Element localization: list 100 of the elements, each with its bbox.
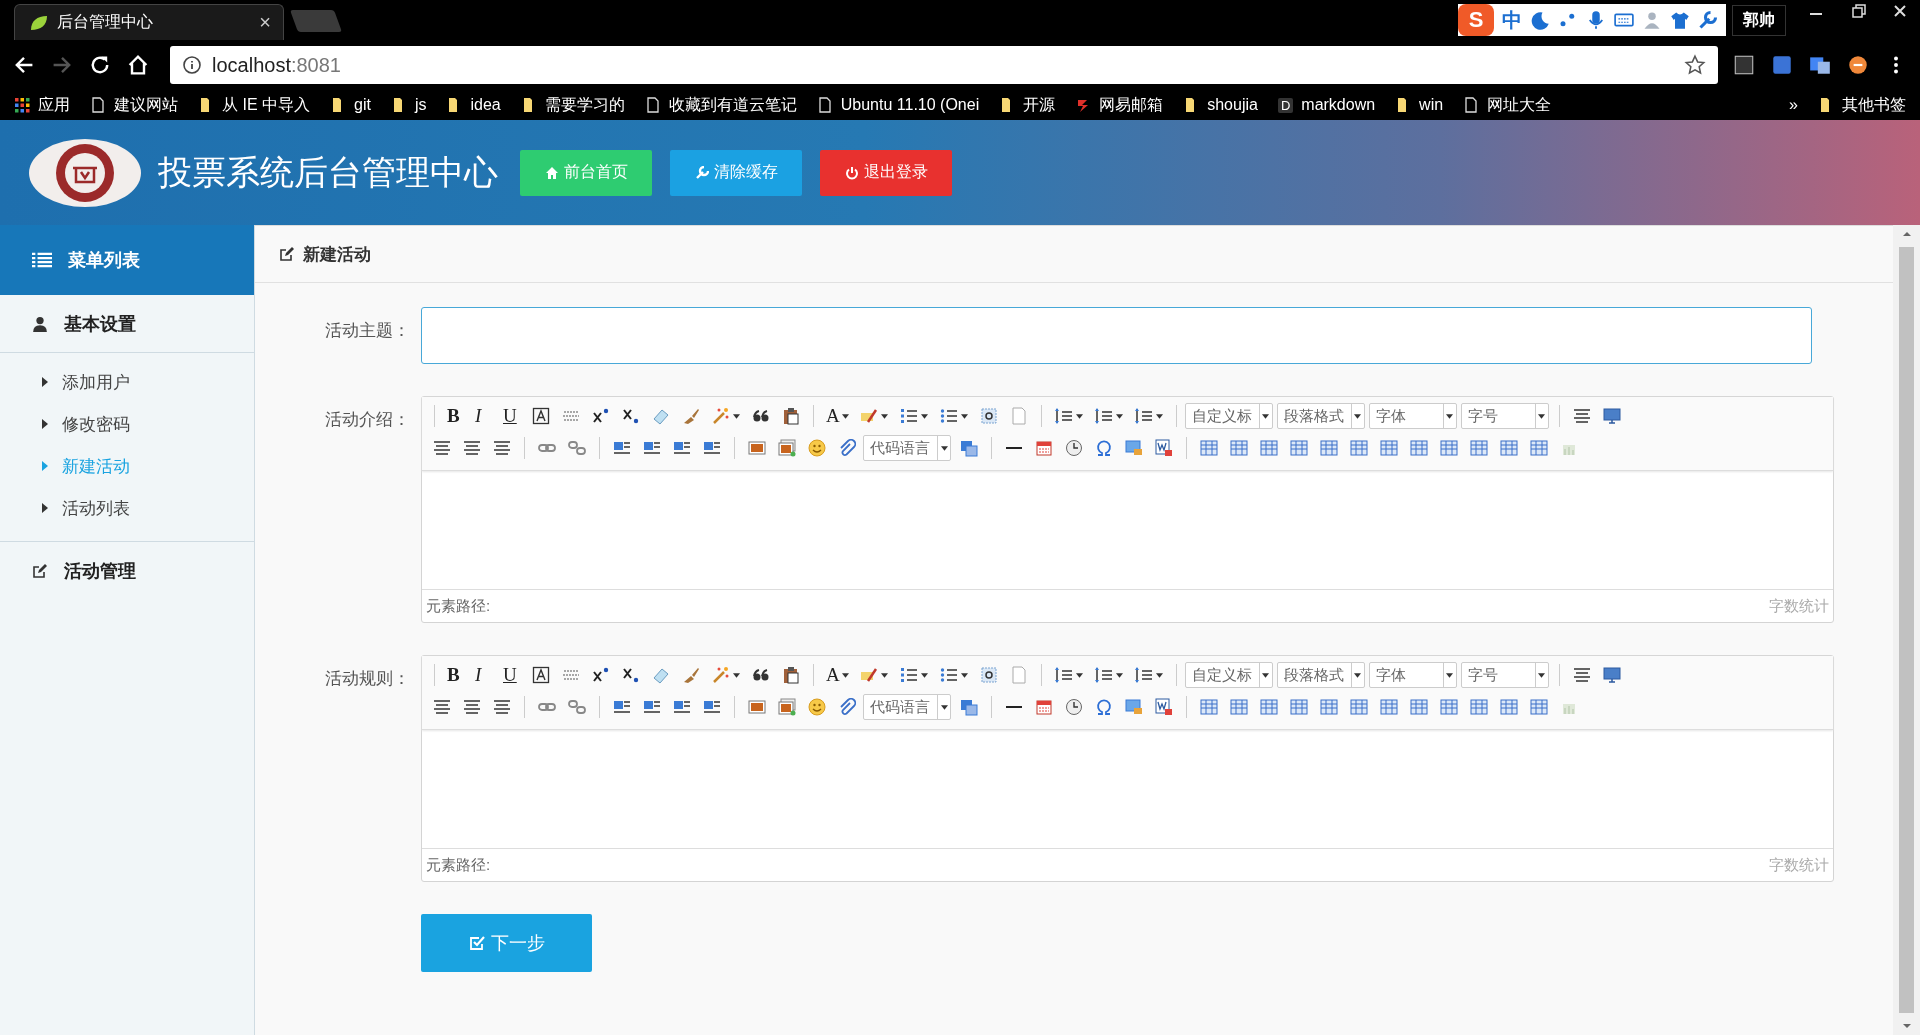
scrollbar[interactable] xyxy=(1893,225,1920,1035)
toolbar-dropdown[interactable]: 代码语言 xyxy=(863,694,951,720)
bookmark[interactable]: 网易邮箱 xyxy=(1075,94,1164,116)
page-icon xyxy=(644,97,661,113)
bookmark[interactable]: js xyxy=(390,96,427,114)
table-icon xyxy=(1230,439,1248,457)
format-button[interactable]: I xyxy=(471,403,497,429)
menu-section[interactable]: 活动管理 xyxy=(0,542,254,599)
bookmark[interactable]: git xyxy=(330,96,371,114)
menu-item[interactable]: 修改密码 xyxy=(0,403,254,445)
calendar-icon xyxy=(1035,698,1053,716)
menu-item[interactable]: 活动列表 xyxy=(0,487,254,529)
wrench-icon[interactable] xyxy=(1698,10,1718,30)
bookmark[interactable]: Ubuntu 11.10 (Onei xyxy=(816,96,980,114)
shirt-icon[interactable] xyxy=(1670,10,1690,30)
edit-icon xyxy=(32,562,48,579)
document-icon xyxy=(1155,698,1173,716)
format-button[interactable]: U xyxy=(499,403,525,429)
bookmark[interactable]: 需要学习的 xyxy=(520,94,625,116)
checkbox-icon xyxy=(468,935,485,951)
frame-icon xyxy=(960,698,978,716)
profile-button[interactable]: 郭帅 xyxy=(1732,4,1786,36)
toolbar-dropdown[interactable]: 字体 xyxy=(1368,662,1457,688)
star-icon[interactable] xyxy=(1684,54,1706,76)
format-button[interactable]: A xyxy=(822,662,853,688)
caret-icon xyxy=(42,419,48,429)
menu-item[interactable]: 添加用户 xyxy=(0,361,254,403)
header-button[interactable]: 退出登录 xyxy=(820,149,952,196)
toolbar-dropdown[interactable]: 段落格式 xyxy=(1276,662,1365,688)
bookmark[interactable]: 建议网站 xyxy=(90,94,178,116)
table-icon xyxy=(1410,698,1428,716)
bookmark[interactable]: 网址大全 xyxy=(1463,94,1552,116)
table-icon xyxy=(1260,439,1278,457)
format-button[interactable]: A xyxy=(822,403,853,429)
bookmark[interactable]: win xyxy=(1395,96,1444,114)
caret-icon xyxy=(1538,672,1546,678)
scroll-up-icon[interactable] xyxy=(1901,229,1912,239)
image-icon xyxy=(748,439,766,457)
home-icon xyxy=(544,165,559,180)
table-icon xyxy=(1350,698,1368,716)
bookmark[interactable]: 应用 xyxy=(14,94,70,116)
bookmark[interactable]: 其他书签 xyxy=(1818,94,1906,116)
calendar-icon xyxy=(1035,439,1053,457)
address-bar[interactable]: localhost:8081 xyxy=(170,46,1718,84)
extension-icon[interactable] xyxy=(1846,53,1870,77)
format-button[interactable]: U xyxy=(499,662,525,688)
screenshot-icon xyxy=(1125,698,1143,716)
caret-icon xyxy=(1354,413,1362,419)
caret-icon xyxy=(880,413,888,419)
list-icon xyxy=(32,252,52,268)
clock-icon xyxy=(1065,439,1083,457)
format-button[interactable]: B xyxy=(443,662,469,688)
moon-icon[interactable] xyxy=(1530,10,1550,30)
text-border-icon xyxy=(532,407,550,425)
more-bookmarks-button[interactable]: » xyxy=(1789,96,1798,114)
field-label: 活动主题： xyxy=(324,320,411,342)
info-icon xyxy=(182,55,202,75)
scroll-down-icon[interactable] xyxy=(1901,1021,1912,1031)
bookmark[interactable]: 收藏到有道云笔记 xyxy=(644,94,797,116)
anchor-box-icon xyxy=(979,407,998,425)
page-icon xyxy=(90,97,106,113)
browser-tab[interactable]: 后台管理中心 × xyxy=(14,4,284,40)
brush-icon xyxy=(682,407,700,425)
toolbar-dropdown[interactable]: 字体 xyxy=(1368,403,1457,429)
format-button[interactable]: B xyxy=(443,403,469,429)
bookmark[interactable]: D markdown xyxy=(1277,96,1376,114)
toolbar-dropdown[interactable]: 字号 xyxy=(1460,662,1549,688)
caret-icon xyxy=(940,704,948,710)
toolbar-dropdown[interactable]: 字号 xyxy=(1460,403,1549,429)
image-float-icon xyxy=(613,439,631,457)
table-icon xyxy=(1200,698,1218,716)
paragraph-spacing-icon xyxy=(1094,407,1113,425)
horizontal-rule-icon xyxy=(1006,706,1022,708)
microphone-icon[interactable] xyxy=(1586,10,1606,30)
toolbar-dropdown[interactable]: 代码语言 xyxy=(863,435,951,461)
bookmark[interactable]: idea xyxy=(446,96,501,114)
menu-section[interactable]: 基本设置 xyxy=(0,295,254,353)
caret-icon xyxy=(1538,413,1546,419)
bookmark[interactable]: 开源 xyxy=(999,94,1056,116)
toolbar-dropdown[interactable]: 段落格式 xyxy=(1276,403,1365,429)
input-mode-button[interactable]: 中 xyxy=(1502,6,1522,34)
page-icon xyxy=(1463,97,1480,113)
bookmark[interactable]: 从 IE 中导入 xyxy=(198,94,310,116)
close-tab-button[interactable]: × xyxy=(259,11,271,34)
scroll-thumb[interactable] xyxy=(1899,247,1914,1013)
caret-icon xyxy=(1446,672,1454,678)
extension-icon[interactable] xyxy=(1732,53,1756,77)
word-count-label: 字数统计 xyxy=(1769,855,1829,875)
highlighter-icon xyxy=(859,666,878,684)
align-icon xyxy=(463,439,481,457)
subject-input-field[interactable] xyxy=(421,307,1812,364)
toolbar-dropdown[interactable]: 自定义标 xyxy=(1184,403,1273,429)
field-label: 活动介绍： xyxy=(324,409,411,431)
align-icon xyxy=(433,698,451,716)
eraser-icon xyxy=(652,666,670,684)
bookmark[interactable]: shoujia xyxy=(1183,96,1258,114)
home-icon[interactable] xyxy=(126,53,150,77)
format-button[interactable]: I xyxy=(471,662,497,688)
line-height-icon xyxy=(1134,407,1153,425)
toolbar-dropdown[interactable]: 自定义标 xyxy=(1184,662,1273,688)
